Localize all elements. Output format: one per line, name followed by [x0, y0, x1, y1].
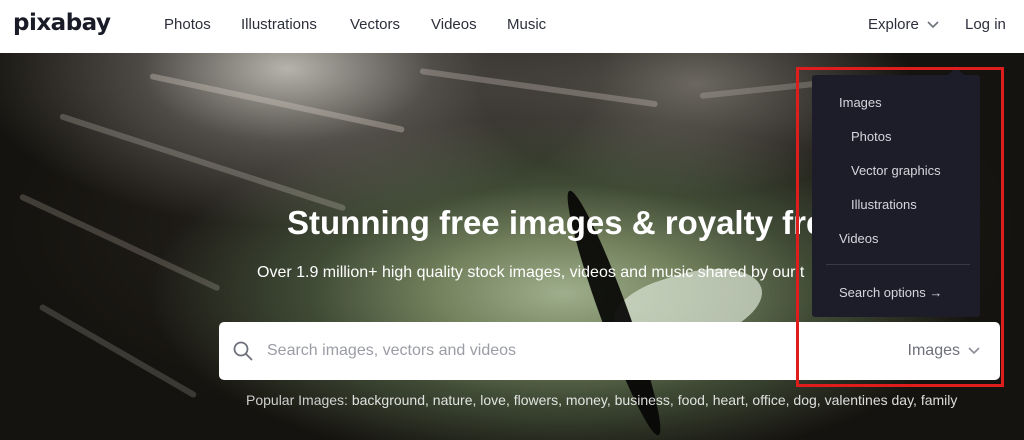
search-icon[interactable] [233, 341, 253, 361]
chevron-down-icon [968, 347, 980, 355]
fur-texture [38, 303, 198, 399]
search-bar: Images [219, 322, 1000, 380]
pixabay-logo[interactable]: pixabay [13, 10, 111, 36]
media-type-label: Images [907, 342, 960, 359]
popular-tag[interactable]: family [921, 392, 958, 408]
dropdown-arrow [948, 67, 964, 75]
fur-texture [59, 113, 347, 212]
explore-dropdown [812, 75, 980, 317]
explore-menu-button[interactable]: Explore [868, 16, 939, 33]
popular-tag[interactable]: office, [752, 392, 789, 408]
login-link[interactable]: Log in [965, 16, 1006, 33]
menu-item-vector-graphics[interactable]: Vector graphics [851, 163, 941, 178]
hero-subtitle: Over 1.9 million+ high quality stock ima… [257, 264, 805, 281]
nav-videos[interactable]: Videos [431, 16, 477, 33]
popular-label: Popular Images: [246, 392, 348, 408]
menu-item-videos[interactable]: Videos [839, 231, 879, 246]
popular-tag[interactable]: love, [480, 392, 510, 408]
nav-illustrations[interactable]: Illustrations [241, 16, 317, 33]
chevron-down-icon [927, 20, 939, 28]
menu-item-photos[interactable]: Photos [851, 129, 891, 144]
menu-item-illustrations[interactable]: Illustrations [851, 197, 917, 212]
popular-tag[interactable]: valentines day, [825, 392, 917, 408]
fur-texture [18, 193, 221, 292]
popular-searches: Popular Images: background, nature, love… [246, 392, 957, 408]
top-nav: pixabay Photos Illustrations Vectors Vid… [0, 0, 1024, 53]
nav-photos[interactable]: Photos [164, 16, 211, 33]
popular-tag[interactable]: food, [678, 392, 709, 408]
nav-vectors[interactable]: Vectors [350, 16, 400, 33]
hero-title: Stunning free images & royalty fre [287, 204, 825, 241]
nav-music[interactable]: Music [507, 16, 546, 33]
menu-divider [826, 264, 970, 265]
menu-item-search-options[interactable]: Search options → [839, 285, 942, 300]
fur-texture [149, 73, 405, 133]
popular-tag[interactable]: money, [566, 392, 611, 408]
popular-tag[interactable]: nature, [433, 392, 477, 408]
explore-label: Explore [868, 16, 919, 33]
popular-tag[interactable]: background, [352, 392, 429, 408]
media-type-select[interactable]: Images [908, 342, 980, 360]
fur-texture [419, 68, 659, 108]
popular-tag[interactable]: flowers, [514, 392, 562, 408]
popular-tag[interactable]: heart, [713, 392, 749, 408]
search-input[interactable] [267, 322, 867, 380]
popular-tag[interactable]: business, [615, 392, 674, 408]
menu-item-images[interactable]: Images [839, 95, 882, 110]
popular-tag[interactable]: dog, [793, 392, 820, 408]
